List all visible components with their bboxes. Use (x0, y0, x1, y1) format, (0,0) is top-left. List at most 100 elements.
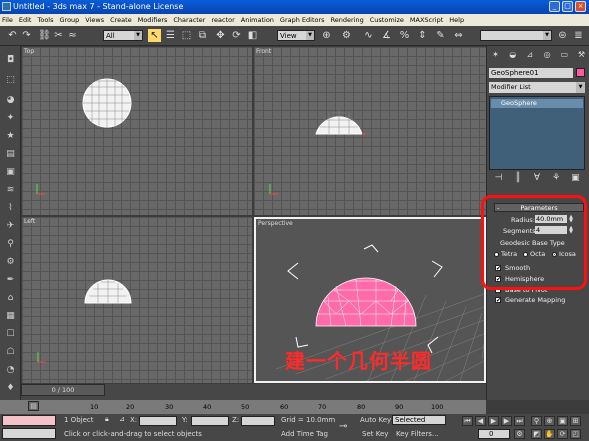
object-color-swatch[interactable] (576, 68, 585, 77)
go-to-start-icon[interactable]: ⏮ (462, 416, 473, 426)
menu-customize[interactable]: Customize (370, 16, 404, 24)
brush-tab-icon[interactable]: ⌂ (4, 292, 17, 304)
character-tab-icon[interactable]: ☖ (4, 346, 17, 358)
maxscript-listener-mini[interactable] (2, 415, 56, 426)
menu-reactor[interactable]: reactor (211, 16, 234, 24)
layer-manager-icon[interactable]: ≣ (572, 29, 585, 42)
next-frame-icon[interactable]: ▶ (501, 416, 512, 426)
zoom-extents-icon[interactable]: ▣ (557, 416, 568, 426)
pivot-center-icon[interactable]: ⊕ (320, 29, 333, 42)
align-icon[interactable]: ⊜ (556, 29, 569, 42)
stack-item-geosphere[interactable]: GeoSphere (491, 99, 583, 108)
menu-file[interactable]: File (2, 16, 13, 24)
modify-tab-icon[interactable]: ◒ (506, 49, 519, 60)
maxscript-listener-output[interactable] (2, 428, 56, 439)
zoom-all-icon[interactable]: ⊕ (544, 416, 555, 426)
top-viewport[interactable]: Top (22, 47, 252, 215)
motion-tab-icon[interactable]: ✈ (4, 220, 17, 232)
bind-space-warp-icon[interactable]: ≈ (66, 29, 79, 42)
arc-rotate-icon[interactable]: ⟳ (557, 429, 568, 439)
remove-modifier-icon[interactable]: ⚘ (550, 173, 562, 184)
pan-icon[interactable]: ✋ (544, 429, 555, 439)
reference-coordinate-dropdown[interactable]: View ▼ (277, 30, 315, 41)
menu-help[interactable]: Help (449, 16, 464, 24)
generate-mapping-checkbox[interactable]: ✔ (495, 297, 501, 304)
menu-maxscript[interactable]: MAXScript (410, 16, 443, 24)
set-key-button[interactable]: Set Key (362, 430, 388, 438)
show-end-result-icon[interactable]: ║ (512, 173, 524, 184)
menu-views[interactable]: Views (85, 16, 104, 24)
modifiers-tab-icon[interactable]: ⌇ (4, 202, 17, 214)
previous-frame-icon[interactable]: ◀ (475, 416, 486, 426)
menu-animation[interactable]: Animation (241, 16, 274, 24)
menu-character[interactable]: Character (173, 16, 205, 24)
x-coordinate-field[interactable] (139, 416, 177, 426)
space-warps-tab-icon[interactable]: ≋ (4, 184, 17, 196)
helpers-tab-icon[interactable]: ▣ (4, 166, 17, 178)
menu-graph-editors[interactable]: Graph Editors (280, 16, 325, 24)
key-filters-button[interactable]: Key Filters... (396, 430, 439, 438)
minimize-button[interactable]: _ (549, 1, 560, 12)
absolute-mode-icon[interactable]: ⊿ (119, 415, 125, 423)
angle-snap-icon[interactable]: ∡ (380, 29, 393, 42)
hierarchy-tab-icon[interactable]: ⊿ (523, 49, 536, 60)
select-scale-icon[interactable]: ◧ (246, 29, 259, 42)
select-manipulate-icon[interactable]: ⚙ (340, 29, 353, 42)
select-rotate-icon[interactable]: ⟳ (230, 29, 243, 42)
menu-tools[interactable]: Tools (37, 16, 53, 24)
mirror-icon[interactable]: ⇔ (452, 29, 465, 42)
go-to-end-icon[interactable]: ⏭ (514, 416, 525, 426)
select-link-icon[interactable]: ⛓ (38, 29, 51, 42)
maximize-button[interactable]: □ (562, 1, 573, 12)
select-by-name-icon[interactable]: ☰ (164, 29, 177, 42)
surface-tab-icon[interactable]: ⚲ (4, 238, 17, 250)
zoom-extents-all-icon[interactable]: ⊞ (570, 416, 581, 426)
percent-snap-icon[interactable]: % (398, 29, 411, 42)
materials-tab-icon[interactable]: ▦ (4, 310, 17, 322)
object-name-field[interactable]: GeoSphere01 (489, 68, 573, 78)
cameras-tab-icon[interactable]: ▤ (4, 148, 17, 160)
particles-tab-icon[interactable]: ✦ (4, 112, 17, 124)
edit-named-selections-icon[interactable]: ✎ (434, 29, 447, 42)
play-icon[interactable]: ▶ (488, 416, 499, 426)
custom-tab-icon[interactable]: ◔ (4, 364, 17, 376)
field-of-view-icon[interactable]: ◩ (531, 429, 542, 439)
maximize-viewport-icon[interactable]: ◰ (570, 429, 581, 439)
current-frame-field[interactable]: 0 (478, 429, 510, 439)
key-mode-icon[interactable]: ⊸ (339, 421, 347, 432)
undo-icon[interactable]: ↶ (6, 29, 19, 42)
make-unique-icon[interactable]: ∀ (531, 173, 543, 184)
compounds-tab-icon[interactable]: ◕ (4, 94, 17, 106)
rectangle-selection-icon[interactable]: ⬚ (180, 29, 193, 42)
auto-key-button[interactable]: Auto Key (360, 416, 391, 424)
track-bar[interactable]: ▤ 10 20 30 40 50 60 70 80 90 100 (0, 400, 486, 414)
selection-lock-icon[interactable]: 🔒︎ (105, 415, 109, 424)
reactor-tab-icon[interactable]: ✒ (4, 274, 17, 286)
select-move-icon[interactable]: ✥ (214, 29, 227, 42)
spinner-snap-icon[interactable]: ⇕ (416, 29, 429, 42)
zoom-icon[interactable]: ⚲ (531, 416, 542, 426)
add-time-tag-button[interactable]: Add Time Tag (281, 430, 328, 438)
lights-tab-icon[interactable]: ★ (4, 130, 17, 142)
objects-tab-icon[interactable]: ◘ (4, 54, 17, 66)
motion-tab-icon[interactable]: ◎ (541, 49, 554, 60)
menu-group[interactable]: Group (60, 16, 80, 24)
shapes-tab-icon[interactable]: ⬚ (4, 74, 17, 86)
menu-edit[interactable]: Edit (19, 16, 32, 24)
menu-rendering[interactable]: Rendering (331, 16, 364, 24)
window-crossing-icon[interactable]: ⧉ (196, 29, 209, 42)
y-coordinate-field[interactable] (191, 416, 229, 426)
close-button[interactable]: × (575, 1, 586, 12)
time-slider[interactable]: 0 / 100 (21, 384, 105, 396)
named-selection-sets-dropdown[interactable]: ▼ (480, 30, 552, 41)
front-viewport[interactable]: Front (254, 47, 486, 215)
create-tab-icon[interactable]: ✶ (489, 49, 502, 60)
mesh-tab-icon[interactable]: ⚙ (4, 256, 17, 268)
utilities-tab-icon[interactable]: ⚒ (575, 49, 588, 60)
configure-modifier-sets-icon[interactable]: ▣ (569, 173, 581, 184)
left-viewport[interactable]: Left (22, 217, 252, 383)
menu-create[interactable]: Create (110, 16, 132, 24)
modifier-list-dropdown[interactable]: Modifier List ▼ (489, 82, 585, 93)
script-tab-icon[interactable]: ♦ (4, 382, 17, 394)
redo-icon[interactable]: ↷ (20, 29, 33, 42)
